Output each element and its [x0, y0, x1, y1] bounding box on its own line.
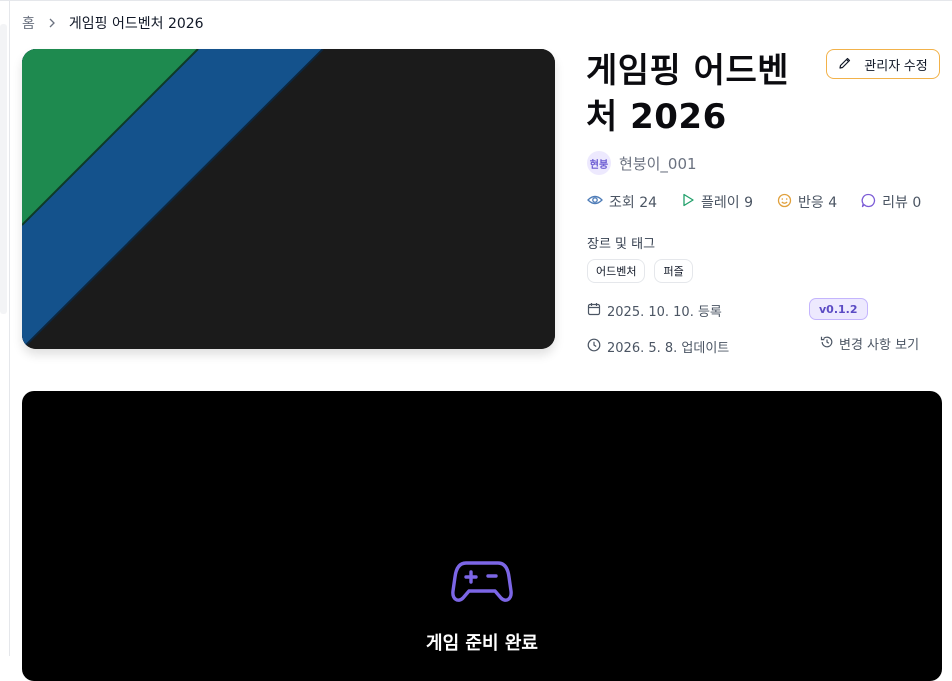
game-title: 게임핑 어드벤 처 2026 — [586, 48, 806, 140]
game-thumbnail — [22, 49, 555, 349]
top-border — [0, 0, 952, 1]
calendar-icon — [587, 302, 601, 320]
clock-icon — [587, 338, 601, 356]
scrollbar[interactable] — [0, 24, 7, 314]
gamepad-icon — [450, 555, 514, 611]
smile-icon — [777, 193, 792, 212]
tag-puzzle[interactable]: 퍼즐 — [654, 259, 693, 283]
plays-text: 플레이 9 — [701, 195, 754, 211]
game-ready-status: 게임 준비 완료 — [426, 633, 538, 654]
game-player[interactable]: 게임 준비 완료 — [22, 391, 942, 681]
game-title-line-2: 처 2026 — [586, 97, 727, 137]
changelog-label: 변경 사항 보기 — [839, 338, 920, 353]
history-icon — [820, 335, 834, 353]
admin-edit-button[interactable]: 관리자 수정 — [826, 49, 940, 79]
genre-tags-label: 장르 및 태그 — [587, 237, 656, 252]
breadcrumb-home[interactable]: 홈 — [22, 13, 35, 33]
updated-date-text: 2026. 5. 8. 업데이트 — [607, 341, 730, 356]
left-border — [9, 0, 10, 656]
tag-list: 어드벤처 퍼즐 — [587, 259, 693, 283]
version-badge: v0.1.2 — [809, 298, 868, 320]
reactions-text: 반응 4 — [798, 195, 838, 211]
game-stats: 조회 24 플레이 9 반응 4 리뷰 0 — [587, 192, 921, 212]
admin-edit-label: 관리자 수정 — [864, 57, 928, 73]
changelog-link[interactable]: 변경 사항 보기 — [820, 334, 919, 353]
author-name[interactable]: 현붕이_001 — [619, 153, 697, 174]
updated-date: 2026. 5. 8. 업데이트 — [587, 337, 729, 356]
pencil-icon — [838, 56, 852, 73]
game-title-line-1: 게임핑 어드벤 — [586, 51, 790, 91]
chevron-right-icon — [45, 16, 59, 30]
registered-date: 2025. 10. 10. 등록 — [587, 301, 722, 320]
comment-icon — [861, 193, 876, 212]
eye-icon — [587, 193, 603, 211]
author[interactable]: 현붕 현붕이_001 — [587, 151, 697, 175]
views-text: 조회 24 — [609, 195, 658, 211]
reviews-text: 리뷰 0 — [882, 195, 922, 211]
stat-plays: 플레이 9 — [681, 192, 753, 212]
stat-views: 조회 24 — [587, 192, 657, 212]
breadcrumb: 홈 게임핑 어드벤처 2026 — [22, 13, 204, 33]
avatar: 현붕 — [587, 151, 611, 175]
stat-reviews: 리뷰 0 — [861, 192, 921, 212]
stat-reactions: 반응 4 — [777, 192, 837, 212]
breadcrumb-current: 게임핑 어드벤처 2026 — [68, 16, 204, 32]
play-icon — [681, 193, 695, 211]
tag-adventure[interactable]: 어드벤처 — [587, 259, 646, 283]
registered-date-text: 2025. 10. 10. 등록 — [607, 305, 722, 320]
